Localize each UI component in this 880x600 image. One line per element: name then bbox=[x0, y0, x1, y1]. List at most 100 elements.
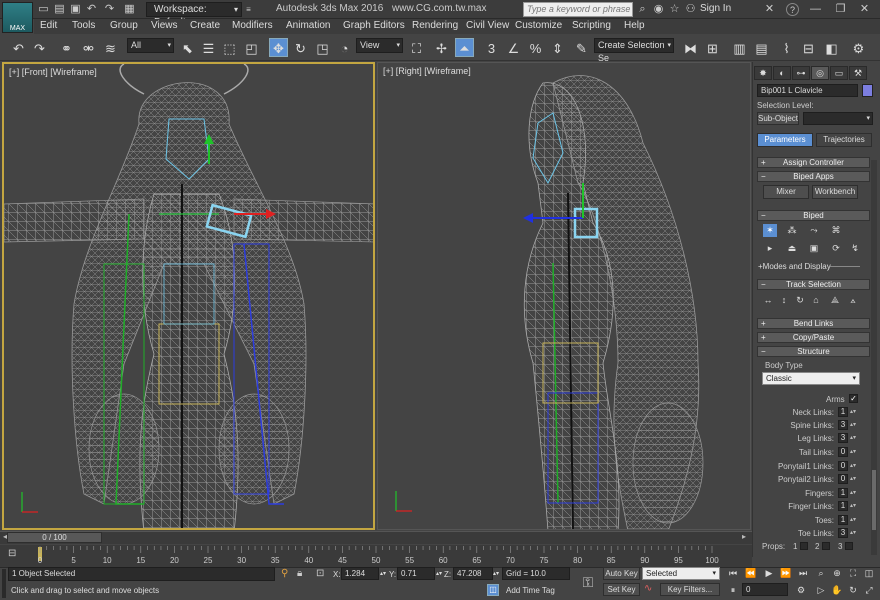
symmetrical-icon[interactable]: ⟁ bbox=[828, 294, 842, 307]
utilities-tab-icon[interactable]: ⚒ bbox=[849, 66, 867, 80]
motion-flow-mode-icon[interactable]: ⤳ bbox=[807, 224, 821, 237]
rollout-bend-links[interactable]: + Bend Links bbox=[757, 318, 870, 329]
user-icon[interactable]: ⚇ bbox=[684, 3, 697, 16]
time-slider-next-icon[interactable]: ▸ bbox=[742, 532, 746, 541]
spinner-arrows-icon[interactable]: ▴▾ bbox=[849, 420, 857, 430]
maxscript-listener-handle[interactable] bbox=[2, 569, 6, 598]
tab-parameters[interactable]: Parameters bbox=[757, 133, 813, 147]
align-icon[interactable]: ⊞ bbox=[703, 38, 722, 57]
leg-links-field[interactable]: 3 bbox=[838, 433, 848, 443]
arms-checkbox[interactable]: ✓ bbox=[849, 394, 858, 403]
menu-customize[interactable]: Customize bbox=[515, 20, 562, 31]
spinner-snap-icon[interactable]: ⇕ bbox=[548, 38, 567, 57]
rollout-structure[interactable]: − Structure bbox=[757, 346, 870, 357]
app-logo[interactable]: MAX bbox=[2, 2, 33, 33]
undo-button[interactable]: ↶ bbox=[9, 38, 28, 57]
search-input[interactable]: Type a keyword or phrase bbox=[523, 2, 633, 17]
convert-icon[interactable]: ⟳ bbox=[829, 242, 843, 255]
layer-explorer-icon[interactable]: ▤ bbox=[752, 38, 771, 57]
select-and-rotate-icon[interactable]: ↻ bbox=[291, 38, 310, 57]
spine-links-field[interactable]: 3 bbox=[838, 420, 848, 430]
biped-playback-icon[interactable]: ▸ bbox=[763, 242, 777, 255]
modes-display-toggle[interactable]: +Modes and Display bbox=[758, 262, 831, 271]
body-horizontal-icon[interactable]: ↔ bbox=[761, 294, 775, 307]
community-icon[interactable]: ◉ bbox=[652, 3, 665, 16]
auto-key-button[interactable]: Auto Key bbox=[603, 567, 640, 580]
y-coordinate-field[interactable]: 0.71 bbox=[397, 567, 435, 580]
spinner-arrows-icon[interactable]: ▴▾ bbox=[436, 570, 442, 577]
window-crossing-icon[interactable]: ◰ bbox=[242, 38, 261, 57]
restore-icon[interactable]: ❐ bbox=[834, 3, 847, 16]
ponytail2-links-field[interactable]: 0 bbox=[838, 474, 848, 484]
mixer-button[interactable]: Mixer bbox=[763, 185, 809, 199]
next-frame-icon[interactable]: ⏩ bbox=[779, 566, 793, 580]
menu-scripting[interactable]: Scripting bbox=[572, 20, 611, 31]
add-time-tag-button[interactable]: Add Time Tag bbox=[506, 586, 555, 595]
rollout-biped-apps[interactable]: − Biped Apps bbox=[757, 171, 870, 182]
workbench-button[interactable]: Workbench bbox=[812, 185, 858, 199]
key-mode-toggle-icon[interactable]: ⏸ bbox=[726, 583, 740, 597]
undo-icon[interactable]: ↶ bbox=[85, 3, 98, 16]
pan-view-icon[interactable]: ✋ bbox=[830, 583, 844, 597]
open-file-icon[interactable]: ▤ bbox=[53, 3, 66, 16]
save-file-icon[interactable]: ▣ bbox=[69, 3, 82, 16]
redo-button[interactable]: ↷ bbox=[30, 38, 49, 57]
mixer-mode-icon[interactable]: ⌘ bbox=[829, 224, 843, 237]
project-folder-icon[interactable]: ▦ bbox=[123, 3, 136, 16]
orbit-icon[interactable]: ↻ bbox=[846, 583, 860, 597]
spinner-arrows-icon[interactable]: ▴▾ bbox=[380, 570, 386, 577]
bind-space-warp-icon[interactable]: ≋ bbox=[101, 38, 120, 57]
select-object-icon[interactable]: ⬉ bbox=[178, 38, 197, 57]
create-tab-icon[interactable]: ✸ bbox=[754, 66, 772, 80]
zoom-all-icon[interactable]: ⊕ bbox=[830, 566, 844, 580]
material-editor-icon[interactable]: ◧ bbox=[822, 38, 841, 57]
go-to-start-icon[interactable]: ⏮ bbox=[726, 566, 740, 580]
spinner-arrows-icon[interactable]: ▴▾ bbox=[493, 570, 499, 577]
zoom-extents-all-icon[interactable]: ◫ bbox=[862, 566, 876, 580]
help-icon[interactable]: ? bbox=[786, 3, 799, 16]
select-and-move-icon[interactable]: ✥ bbox=[269, 38, 288, 57]
spinner-arrows-icon[interactable]: ▴▾ bbox=[849, 407, 857, 417]
panel-scrollbar[interactable] bbox=[871, 160, 877, 555]
props-2-checkbox[interactable] bbox=[822, 542, 830, 550]
percent-snap-icon[interactable]: % bbox=[526, 38, 545, 57]
customize-qa-icon[interactable]: ≡ bbox=[242, 3, 255, 16]
spinner-arrows-icon[interactable]: ▴▾ bbox=[849, 488, 857, 498]
spinner-arrows-icon[interactable]: ▴▾ bbox=[849, 515, 857, 525]
lock-cog-icon[interactable]: ⌂ bbox=[809, 294, 823, 307]
menu-modifiers[interactable]: Modifiers bbox=[232, 20, 273, 31]
selection-lock-icon[interactable]: 🔒︎ bbox=[297, 568, 302, 579]
curve-editor-icon[interactable]: ⌇ bbox=[777, 38, 796, 57]
opposite-icon[interactable]: ⟑ bbox=[846, 294, 860, 307]
x-coordinate-field[interactable]: 1.284 bbox=[341, 567, 379, 580]
tab-trajectories[interactable]: Trajectories bbox=[816, 133, 872, 147]
load-file-icon[interactable]: ⏏ bbox=[785, 242, 799, 255]
toes-field[interactable]: 1 bbox=[838, 515, 848, 525]
sub-object-dropdown[interactable]: ▾ bbox=[803, 112, 873, 125]
time-slider-thumb[interactable]: 0 / 100 bbox=[7, 532, 102, 543]
display-tab-icon[interactable]: ▭ bbox=[830, 66, 848, 80]
absolute-transform-icon[interactable]: ⊡ bbox=[316, 568, 324, 579]
spinner-arrows-icon[interactable]: ▴▾ bbox=[849, 447, 857, 457]
menu-tools[interactable]: Tools bbox=[72, 20, 95, 31]
link-icon[interactable]: ⚭ bbox=[57, 38, 76, 57]
maximize-viewport-icon[interactable]: ⤢ bbox=[862, 583, 876, 597]
redo-icon[interactable]: ↷ bbox=[103, 3, 116, 16]
play-icon[interactable]: ▶ bbox=[762, 566, 776, 580]
menu-group[interactable]: Group bbox=[110, 20, 138, 31]
z-coordinate-field[interactable]: 47.208 bbox=[453, 567, 493, 580]
hierarchy-tab-icon[interactable]: ⊶ bbox=[792, 66, 810, 80]
tail-links-field[interactable]: 0 bbox=[838, 447, 848, 457]
spinner-arrows-icon[interactable]: ▴▾ bbox=[849, 501, 857, 511]
track-bar[interactable]: ⊟ 0 5 10 15 20 25 30 35 40 45 50 55 60 65 70 75 80 85 90 95… bbox=[0, 545, 752, 567]
new-file-icon[interactable]: ▭ bbox=[37, 3, 50, 16]
panel-scrollbar-thumb[interactable] bbox=[872, 470, 876, 530]
snaps-toggle-icon[interactable]: 3 bbox=[482, 38, 501, 57]
rollout-assign-controller[interactable]: + Assign Controller bbox=[757, 157, 870, 168]
reference-coordinate-dropdown[interactable]: View ▾ bbox=[356, 38, 403, 53]
exchange-icon[interactable]: ✕ bbox=[763, 3, 776, 16]
minimize-icon[interactable]: — bbox=[809, 3, 822, 16]
menu-views[interactable]: Views bbox=[151, 20, 178, 31]
set-key-button[interactable]: Set Key bbox=[603, 583, 640, 596]
angle-snap-icon[interactable]: ∠ bbox=[504, 38, 523, 57]
